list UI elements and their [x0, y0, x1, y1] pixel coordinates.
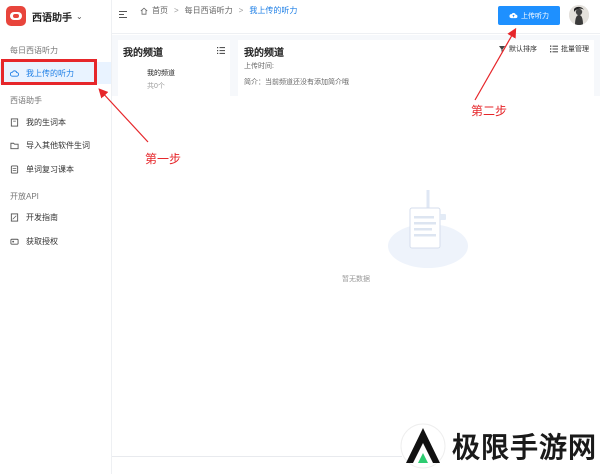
step1-highlight-box	[1, 59, 97, 85]
batch-manage-button[interactable]: 批量管理	[550, 44, 589, 54]
upload-listening-button[interactable]: 上传听力	[498, 6, 560, 25]
detail-title: 我的频道	[244, 48, 284, 59]
section-title-assistant: 西语助手	[10, 96, 42, 105]
sidebar-item-label: 开发指南	[26, 212, 58, 222]
breadcrumb: 首页 > 每日西语听力 > 我上传的听力	[140, 5, 297, 16]
breadcrumb-current: 我上传的听力	[249, 6, 298, 15]
empty-document-icon	[388, 190, 468, 268]
sort-icon	[499, 46, 505, 52]
sidebar-item-get-authorization[interactable]: 获取授权	[0, 230, 111, 252]
channel-item-count: 共0个	[147, 83, 165, 90]
avatar[interactable]	[569, 5, 589, 25]
sidebar-item-label: 单词复习课本	[26, 164, 74, 174]
sidebar-item-label: 获取授权	[26, 236, 58, 246]
top-bar: 首页 > 每日西语听力 > 我上传的听力 上传听力	[112, 0, 600, 34]
sidebar-item-import-words[interactable]: 导入其他软件生词	[0, 134, 111, 156]
upload-button-label: 上传听力	[521, 12, 549, 20]
channel-detail-panel: 我的频道 上传时间: 简介：当前频道还没有添加简介哦 默认排序 批量管理	[238, 40, 594, 96]
list-icon	[550, 45, 558, 53]
key-icon	[10, 238, 19, 245]
user-avatar-icon	[569, 5, 589, 25]
list-icon[interactable]	[217, 47, 225, 54]
breadcrumb-separator: >	[174, 6, 179, 15]
watermark-text: 极限手游网	[452, 433, 598, 464]
intro-text: 简介：当前频道还没有添加简介哦	[244, 79, 349, 86]
sort-label: 默认排序	[509, 46, 537, 53]
breadcrumb-daily-listening[interactable]: 每日西语听力	[185, 5, 233, 16]
sidebar-item-label: 我的生词本	[26, 117, 66, 127]
divider	[112, 456, 402, 457]
cloud-upload-icon	[509, 12, 518, 19]
app-logo-icon	[6, 6, 26, 26]
chevron-down-icon: ⌄	[76, 11, 83, 21]
channel-item-name[interactable]: 我的频道	[147, 68, 175, 78]
menu-toggle-icon[interactable]	[119, 11, 127, 20]
sidebar-item-label: 导入其他软件生词	[26, 140, 90, 150]
home-icon	[140, 7, 148, 15]
watermark: 极限手游网	[400, 418, 600, 474]
sidebar: 西语助手 ⌄ 每日西语听力 我上传的听力 西语助手 我的生词本 导入其他软件生词…	[0, 0, 112, 474]
empty-text: 暂无数据	[342, 276, 370, 283]
step1-annotation: 第一步	[145, 152, 182, 166]
book-icon	[10, 164, 19, 174]
sidebar-item-vocab-book[interactable]: 我的生词本	[0, 111, 111, 133]
app-name: 西语助手	[32, 12, 72, 24]
channel-panel-title: 我的频道	[123, 48, 163, 59]
sidebar-item-dev-guide[interactable]: 开发指南	[0, 206, 111, 228]
section-title-daily-listening: 每日西语听力	[10, 46, 58, 55]
brand[interactable]: 西语助手 ⌄	[6, 5, 106, 27]
watermark-logo-icon	[400, 423, 446, 469]
upload-time-label: 上传时间:	[244, 63, 274, 70]
batch-label: 批量管理	[561, 46, 589, 53]
breadcrumb-separator: >	[238, 6, 244, 15]
step2-annotation: 第二步	[471, 104, 508, 118]
sidebar-item-review-textbook[interactable]: 单词复习课本	[0, 158, 111, 180]
notebook-icon	[10, 117, 19, 127]
edit-icon	[10, 212, 19, 222]
channel-panel: 我的频道 我的频道 共0个	[118, 40, 230, 96]
default-sort-button[interactable]: 默认排序	[498, 44, 537, 54]
section-title-open-api: 开放API	[10, 192, 39, 201]
folder-icon	[10, 142, 19, 149]
breadcrumb-home[interactable]: 首页	[152, 5, 168, 16]
